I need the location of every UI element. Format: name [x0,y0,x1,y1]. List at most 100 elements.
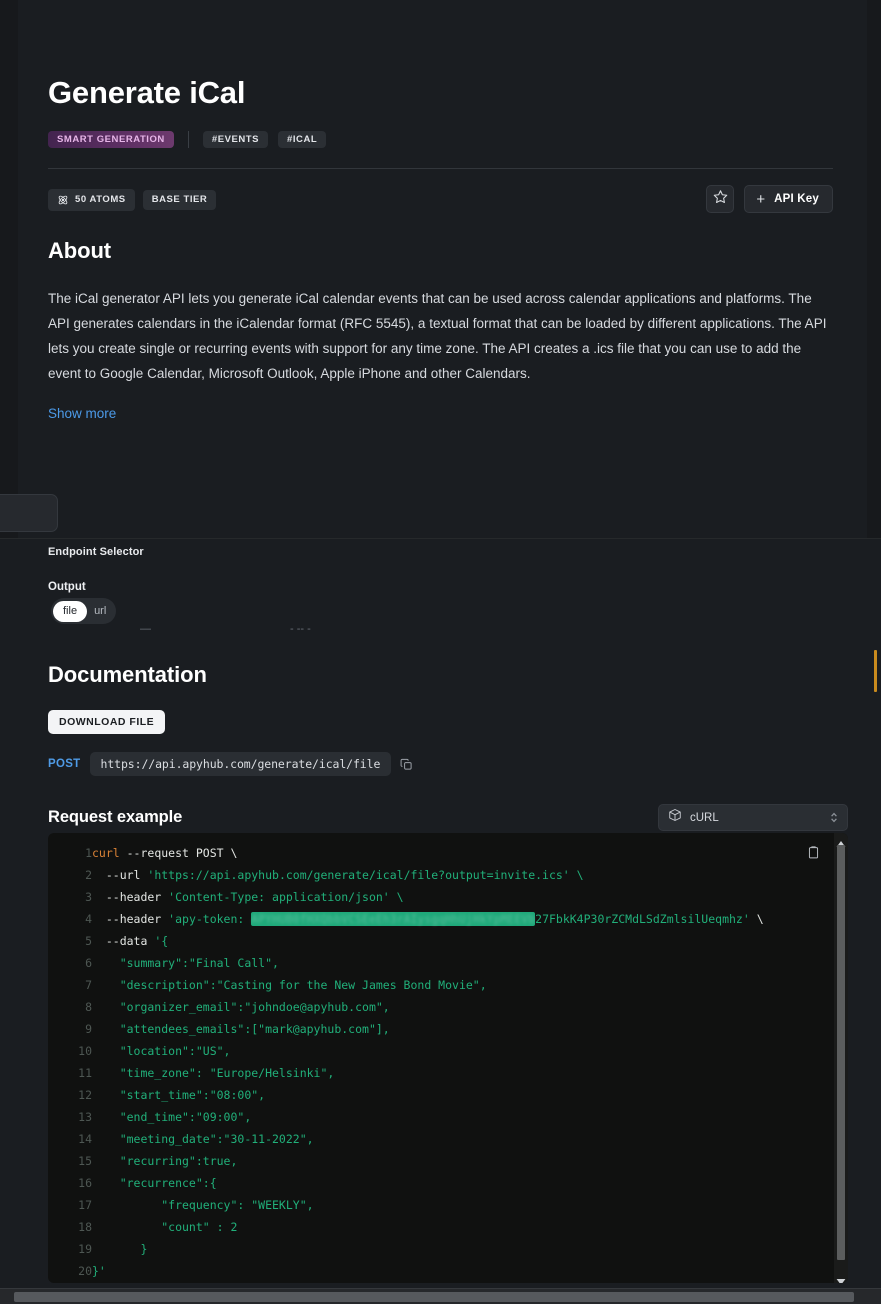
code-line-text: } [92,1242,148,1256]
scroll-up-arrow-icon[interactable] [836,835,846,847]
copy-url-button[interactable] [400,758,413,771]
http-method-badge: POST [48,758,81,770]
code-line: 3 --header 'Content-Type: application/js… [48,886,834,908]
endpoint-tab-clipped[interactable] [0,494,58,532]
chevron-updown-icon [830,812,838,823]
about-section: About The iCal generator API lets you ge… [0,238,881,423]
code-line-text: --header 'apy-token: APYHUB0fHXQbbVCSEeE… [92,912,764,926]
code-line: 6 "summary":"Final Call", [48,952,834,974]
code-line-text: "recurrence":{ [92,1176,217,1190]
page-horizontal-scrollbar[interactable] [0,1288,881,1304]
code-line-number: 2 [85,868,92,882]
output-toggle[interactable]: file url [51,598,117,624]
tag-row: SMART GENERATION #EVENTS #ICAL [48,130,833,149]
code-line-text: "description":"Casting for the New James… [92,978,487,992]
atoms-chip: 50 ATOMS [48,189,135,212]
tag-events[interactable]: #EVENTS [202,130,269,149]
code-line-text: "organizer_email":"johndoe@apyhub.com", [92,1000,390,1014]
atoms-label: 50 ATOMS [75,194,126,206]
code-line-number: 8 [85,1000,92,1014]
output-option-file[interactable]: file [53,600,88,622]
endpoint-divider [0,538,881,539]
code-line: 10 "location":"US", [48,1040,834,1062]
tier-chip: BASE TIER [142,190,217,210]
right-page-gutter [867,0,881,538]
page-highlight-marker [874,650,877,692]
code-line: 1 curl --request POST \ [48,842,834,864]
redacted-token: APYHUB0fHXQbbVCSEeEh3rAIysgqHhUjHkYpMEEV… [251,912,536,926]
code-line: 2 --url 'https://api.apyhub.com/generate… [48,864,834,886]
code-vertical-scrollbar[interactable] [834,833,848,1283]
page-title: Generate iCal [48,75,246,110]
code-line: 14 "meeting_date":"30-11-2022", [48,1128,834,1150]
download-file-button[interactable]: DOWNLOAD FILE [48,710,166,734]
code-table: 1 curl --request POST \ 2 --url 'https://a… [48,842,834,1282]
code-line-text: "recurring":true, [92,1154,238,1168]
output-label: Output [48,581,86,593]
code-line-number: 11 [78,1066,92,1080]
code-line-text: "attendees_emails":["mark@apyhub.com"], [92,1022,390,1036]
code-line-number: 13 [78,1110,92,1124]
endpoint-url-row: POST https://api.apyhub.com/generate/ica… [48,752,848,776]
code-line-text: "end_time":"09:00", [92,1110,252,1124]
code-line-text: }' [92,1264,106,1278]
code-line-number: 18 [78,1220,92,1234]
clipped-text-fragment: - -- - [290,628,410,631]
code-line-text: "summary":"Final Call", [92,956,279,970]
code-line-number: 4 [85,912,92,926]
documentation-heading: Documentation [48,662,207,687]
code-scroll-area[interactable]: 1 curl --request POST \ 2 --url 'https://a… [48,833,834,1283]
favorite-button[interactable] [706,185,735,214]
endpoint-url[interactable]: https://api.apyhub.com/generate/ical/fil… [89,752,392,776]
code-line-text: --url 'https://api.apyhub.com/generate/i… [92,868,584,882]
code-line: 9 "attendees_emails":["mark@apyhub.com"]… [48,1018,834,1040]
output-option-url[interactable]: url [94,605,106,617]
code-line-text: curl --request POST \ [92,846,238,860]
code-line: 7 "description":"Casting for the New Jam… [48,974,834,996]
language-select[interactable]: cURL [658,804,848,831]
code-line: 8 "organizer_email":"johndoe@apyhub.com"… [48,996,834,1018]
code-line-number: 15 [78,1154,92,1168]
tag-ical[interactable]: #ICAL [278,130,327,149]
request-example-code-block: 1 curl --request POST \ 2 --url 'https://a… [48,833,848,1283]
tag-smart-generation[interactable]: SMART GENERATION [48,130,174,149]
code-line: 11 "time_zone": "Europe/Helsinki", [48,1062,834,1084]
clipped-text-fragment: — [140,628,154,631]
code-line-number: 5 [85,934,92,948]
code-line-number: 1 [85,846,92,860]
plus-icon: + [756,190,766,208]
code-line-number: 9 [85,1022,92,1036]
header-divider [48,168,833,170]
code-line: 13 "end_time":"09:00", [48,1106,834,1128]
code-line-number: 14 [78,1132,92,1146]
code-line-text: "meeting_date":"30-11-2022", [92,1132,314,1146]
meta-row: 50 ATOMS BASE TIER + API Key [48,185,833,214]
code-line-text: --header 'Content-Type: application/json… [92,890,404,904]
package-icon [668,808,682,827]
code-line: 16 "recurrence":{ [48,1172,834,1194]
code-line-text: "time_zone": "Europe/Helsinki", [92,1066,335,1080]
star-icon [713,189,728,209]
code-line-number: 3 [85,890,92,904]
api-key-button[interactable]: + API Key [744,185,833,214]
about-body: The iCal generator API lets you generate… [48,291,827,382]
code-line-number: 19 [78,1242,92,1256]
api-key-label: API Key [774,193,819,206]
horizontal-scroll-thumb[interactable] [14,1292,854,1302]
header-actions: + API Key [706,185,833,214]
language-select-value: cURL [690,811,719,824]
code-line-number: 10 [78,1044,92,1058]
code-line-text: --data '{ [92,934,169,948]
show-more-link[interactable]: Show more [48,406,116,421]
scroll-down-arrow-icon[interactable] [836,1273,846,1283]
code-line-number: 6 [85,956,92,970]
code-scroll-thumb[interactable] [837,845,845,1260]
code-line: 5 --data '{ [48,930,834,952]
left-page-gutter [0,0,18,538]
documentation-section: Documentation DOWNLOAD FILE POST https:/… [48,662,848,831]
endpoint-selector-label: Endpoint Selector [48,546,144,558]
copy-code-button[interactable] [807,845,820,865]
code-line-number: 17 [78,1198,92,1212]
request-example-row: Request example cURL [48,804,848,831]
code-line: 15 "recurring":true, [48,1150,834,1172]
